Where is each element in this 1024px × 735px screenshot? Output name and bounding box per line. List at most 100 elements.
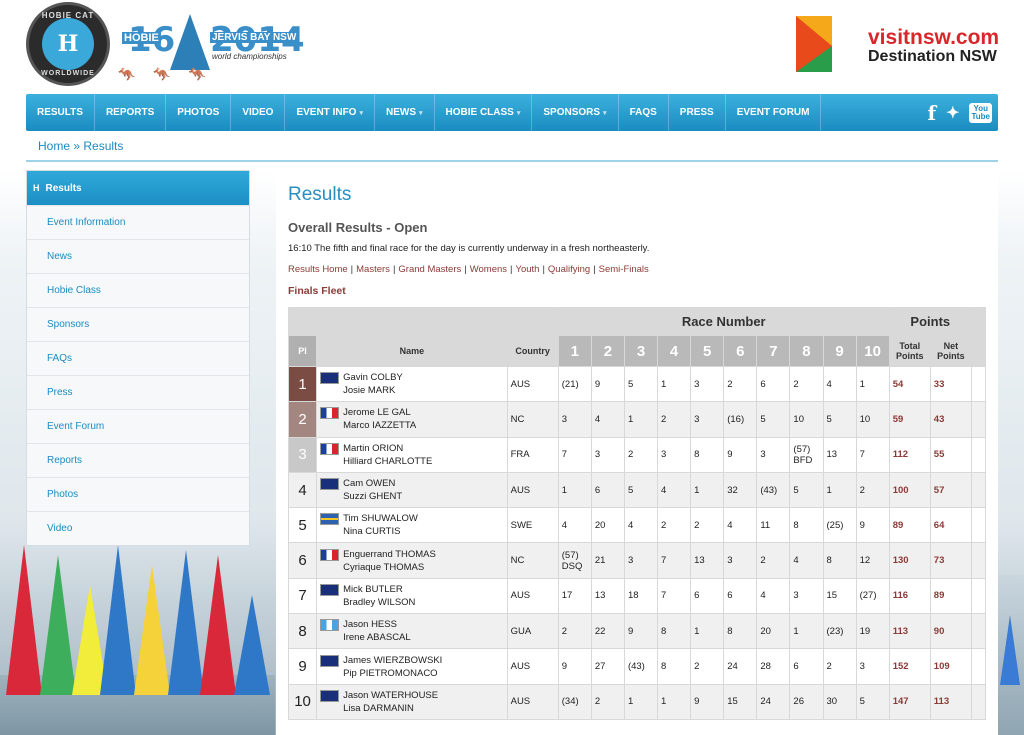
sail-shape <box>40 555 76 695</box>
sidebar-item-video[interactable]: Video <box>27 511 249 545</box>
results-link-qualifying[interactable]: Qualifying <box>548 264 590 275</box>
nav-item-event-info[interactable]: EVENT INFO ▾ <box>285 94 375 131</box>
results-links: Results Home | Masters | Grand Masters | Women… <box>288 264 986 275</box>
race-score-cell: (57) BFD <box>789 436 824 473</box>
youtube-icon[interactable]: You Tube <box>969 102 992 123</box>
sidebar-item-reports[interactable]: Reports <box>27 443 249 477</box>
race-score-cell: 3 <box>723 542 758 579</box>
race-score-cell: (43) <box>756 471 791 509</box>
race-number-header: 3 <box>623 335 659 367</box>
sidebar-item-label: Event Information <box>47 217 126 228</box>
breadcrumb-current[interactable]: Results <box>83 139 123 153</box>
race-score-cell: 3 <box>756 436 791 473</box>
sidebar-item-photos[interactable]: Photos <box>27 477 249 511</box>
nav-item-event-forum[interactable]: EVENT FORUM <box>726 94 822 131</box>
gua-flag-icon <box>320 619 340 632</box>
race-score-cell: 2 <box>590 683 625 720</box>
sailor-cell: Jerome LE GAL Marco IAZZETTA <box>316 401 508 438</box>
place-cell: 10 <box>287 683 318 720</box>
race-score-cell: 6 <box>789 648 824 685</box>
breadcrumb-home[interactable]: Home <box>38 139 70 153</box>
country-cell: NC <box>506 401 559 438</box>
race-score-cell: 1 <box>623 401 659 438</box>
race-score-cell: 2 <box>657 401 692 438</box>
place-cell: 5 <box>287 507 318 544</box>
race-score-cell: 6 <box>590 471 625 509</box>
nav-item-photos[interactable]: PHOTOS <box>166 94 232 131</box>
race-score-cell: 13 <box>690 542 725 579</box>
nav-item-news[interactable]: NEWS ▾ <box>375 94 435 131</box>
nav-item-hobie-class[interactable]: HOBIE CLASS ▾ <box>435 94 533 131</box>
crew-name: Irene ABASCAL <box>343 632 411 644</box>
total-points-header: Total Points <box>888 335 931 367</box>
net-points-cell: 90 <box>929 613 972 650</box>
twitter-icon[interactable]: ✦ <box>946 103 959 123</box>
race-score-cell: 11 <box>756 507 791 544</box>
social-links: f ✦ You Tube <box>927 94 992 131</box>
facebook-icon[interactable]: f <box>927 101 936 125</box>
race-score-cell: (43) <box>623 648 659 685</box>
event-logo[interactable]: 16 2014 HOBIE JERVIS BAY NSW world champ… <box>118 14 305 82</box>
results-link-womens[interactable]: Womens <box>470 264 507 275</box>
results-link-grand-masters[interactable]: Grand Masters <box>398 264 461 275</box>
sidebar-item-news[interactable]: News <box>27 239 249 273</box>
results-link-results-home[interactable]: Results Home <box>288 264 348 275</box>
crew-name: Lisa DARMANIN <box>343 702 414 714</box>
helm-name: Jason HESS <box>343 619 397 631</box>
table-row: 2 Jerome LE GAL Marco IAZZETTA NC 3 4 1 2 3 (16) 5… <box>287 401 987 438</box>
helm-name: Cam OWEN <box>343 478 396 490</box>
sailor-cell: Enguerrand THOMAS Cyriaque THOMAS <box>316 542 508 579</box>
race-score-cell: 1 <box>789 613 824 650</box>
row-spacer <box>970 471 987 509</box>
nav-item-faqs[interactable]: FAQS <box>619 94 669 131</box>
hobie-cat-logo[interactable]: HOBIE CAT H WORLDWIDE <box>26 2 110 86</box>
net-points-cell: 57 <box>929 471 972 509</box>
nav-item-press[interactable]: PRESS <box>669 94 726 131</box>
chevron-down-icon: ▾ <box>418 110 423 117</box>
swe-flag-icon <box>320 513 340 526</box>
nav-item-video[interactable]: VIDEO <box>231 94 286 131</box>
race-score-cell: 2 <box>657 507 692 544</box>
race-score-cell: 9 <box>557 648 592 685</box>
race-score-cell: 2 <box>623 436 659 473</box>
results-link-masters[interactable]: Masters <box>356 264 390 275</box>
race-score-cell: 5 <box>789 471 824 509</box>
crew-name: Hilliard CHARLOTTE <box>343 455 433 467</box>
race-number-header: 2 <box>590 335 625 367</box>
sidebar-item-press[interactable]: Press <box>27 375 249 409</box>
race-score-cell: 10 <box>789 401 824 438</box>
place-cell: 1 <box>287 365 318 403</box>
results-link-semi-finals[interactable]: Semi-Finals <box>599 264 649 275</box>
race-number-header: 5 <box>690 335 725 367</box>
nav-item-sponsors[interactable]: SPONSORS ▾ <box>532 94 619 131</box>
sidebar-item-sponsors[interactable]: Sponsors <box>27 307 249 341</box>
results-link-youth[interactable]: Youth <box>515 264 539 275</box>
sidebar-item-label: Event Forum <box>47 421 105 432</box>
logo-text: JERVIS BAY NSW <box>210 32 299 43</box>
fra-flag-icon <box>320 407 340 420</box>
sidebar-item-faqs[interactable]: FAQs <box>27 341 249 375</box>
row-spacer <box>970 436 987 473</box>
destination-nsw-logo[interactable]: visitnsw.com Destination NSW <box>796 14 1006 74</box>
race-score-cell: 17 <box>557 577 592 615</box>
sidebar-item-label: Sponsors <box>47 319 90 330</box>
country-cell: AUS <box>506 365 559 403</box>
table-row: 6 Enguerrand THOMAS Cyriaque THOMAS NC (57) … <box>287 542 987 579</box>
sidebar-item-results[interactable]: H Results <box>27 171 249 205</box>
country-cell: AUS <box>506 648 559 685</box>
net-points-cell: 113 <box>929 683 972 720</box>
sidebar-item-event-information[interactable]: Event Information <box>27 205 249 239</box>
nav-item-results[interactable]: RESULTS <box>26 94 95 131</box>
crew-name: Cyriaque THOMAS <box>343 561 425 573</box>
sidebar-item-event-forum[interactable]: Event Forum <box>27 409 249 443</box>
link-separator: | <box>464 264 467 275</box>
race-score-cell: 2 <box>822 648 857 685</box>
row-spacer <box>970 542 987 579</box>
nav-item-reports[interactable]: REPORTS <box>95 94 167 131</box>
sidebar-item-hobie-class[interactable]: Hobie Class <box>27 273 249 307</box>
race-score-cell: 8 <box>723 613 758 650</box>
race-score-cell: 3 <box>855 648 890 685</box>
sidebar-menu: H Results Event Information News Hobie Class… <box>26 170 250 546</box>
nav-item-label: EVENT INFO <box>296 107 357 118</box>
nav-item-label: PHOTOS <box>177 107 220 118</box>
